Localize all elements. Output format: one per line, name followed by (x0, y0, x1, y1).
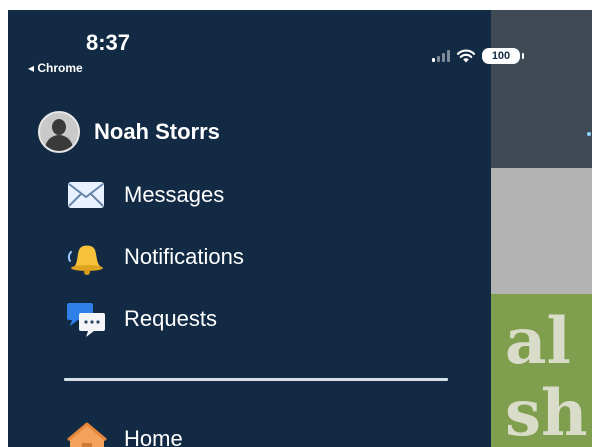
background-text-line-1: al (505, 304, 571, 379)
cellular-signal-icon (432, 50, 450, 62)
wifi-icon (456, 49, 476, 63)
menu-item-home[interactable]: Home (66, 421, 183, 447)
background-gray-panel (491, 168, 592, 294)
battery-level: 100 (491, 50, 511, 62)
profile-row[interactable]: Noah Storrs (38, 111, 220, 153)
background-text-line-2: sh (505, 376, 588, 447)
profile-name[interactable]: Noah Storrs (94, 119, 220, 145)
menu-label-requests: Requests (124, 306, 217, 331)
bell-icon (67, 245, 103, 275)
menu-item-requests[interactable]: Requests (66, 301, 217, 337)
menu-label-notifications: Notifications (124, 244, 244, 269)
menu-divider (64, 378, 448, 381)
house-icon (67, 422, 107, 447)
status-time: 8:37 (86, 30, 131, 55)
envelope-icon (68, 182, 104, 208)
menu-label-messages: Messages (124, 182, 225, 207)
side-drawer: 8:37 ◂ Chrome 100 Noah Storrs Messages N… (8, 10, 524, 447)
background-green-panel: al sh (491, 294, 592, 447)
menu-item-messages[interactable]: Messages (66, 177, 224, 213)
menu-label-home: Home (124, 426, 183, 447)
chat-bubbles-icon (67, 303, 105, 337)
background-dot (587, 132, 591, 136)
avatar[interactable] (38, 111, 80, 153)
back-to-chrome[interactable]: ◂ Chrome (28, 61, 83, 75)
background-app[interactable]: al sh (491, 10, 592, 447)
phone-screen: al sh 8:37 ◂ Chrome 100 Noah Storrs Mess… (8, 10, 592, 447)
battery-icon: 100 (482, 48, 524, 64)
menu-item-notifications[interactable]: Notifications (66, 239, 244, 275)
status-indicators: 100 (432, 48, 524, 64)
background-header (491, 10, 592, 168)
